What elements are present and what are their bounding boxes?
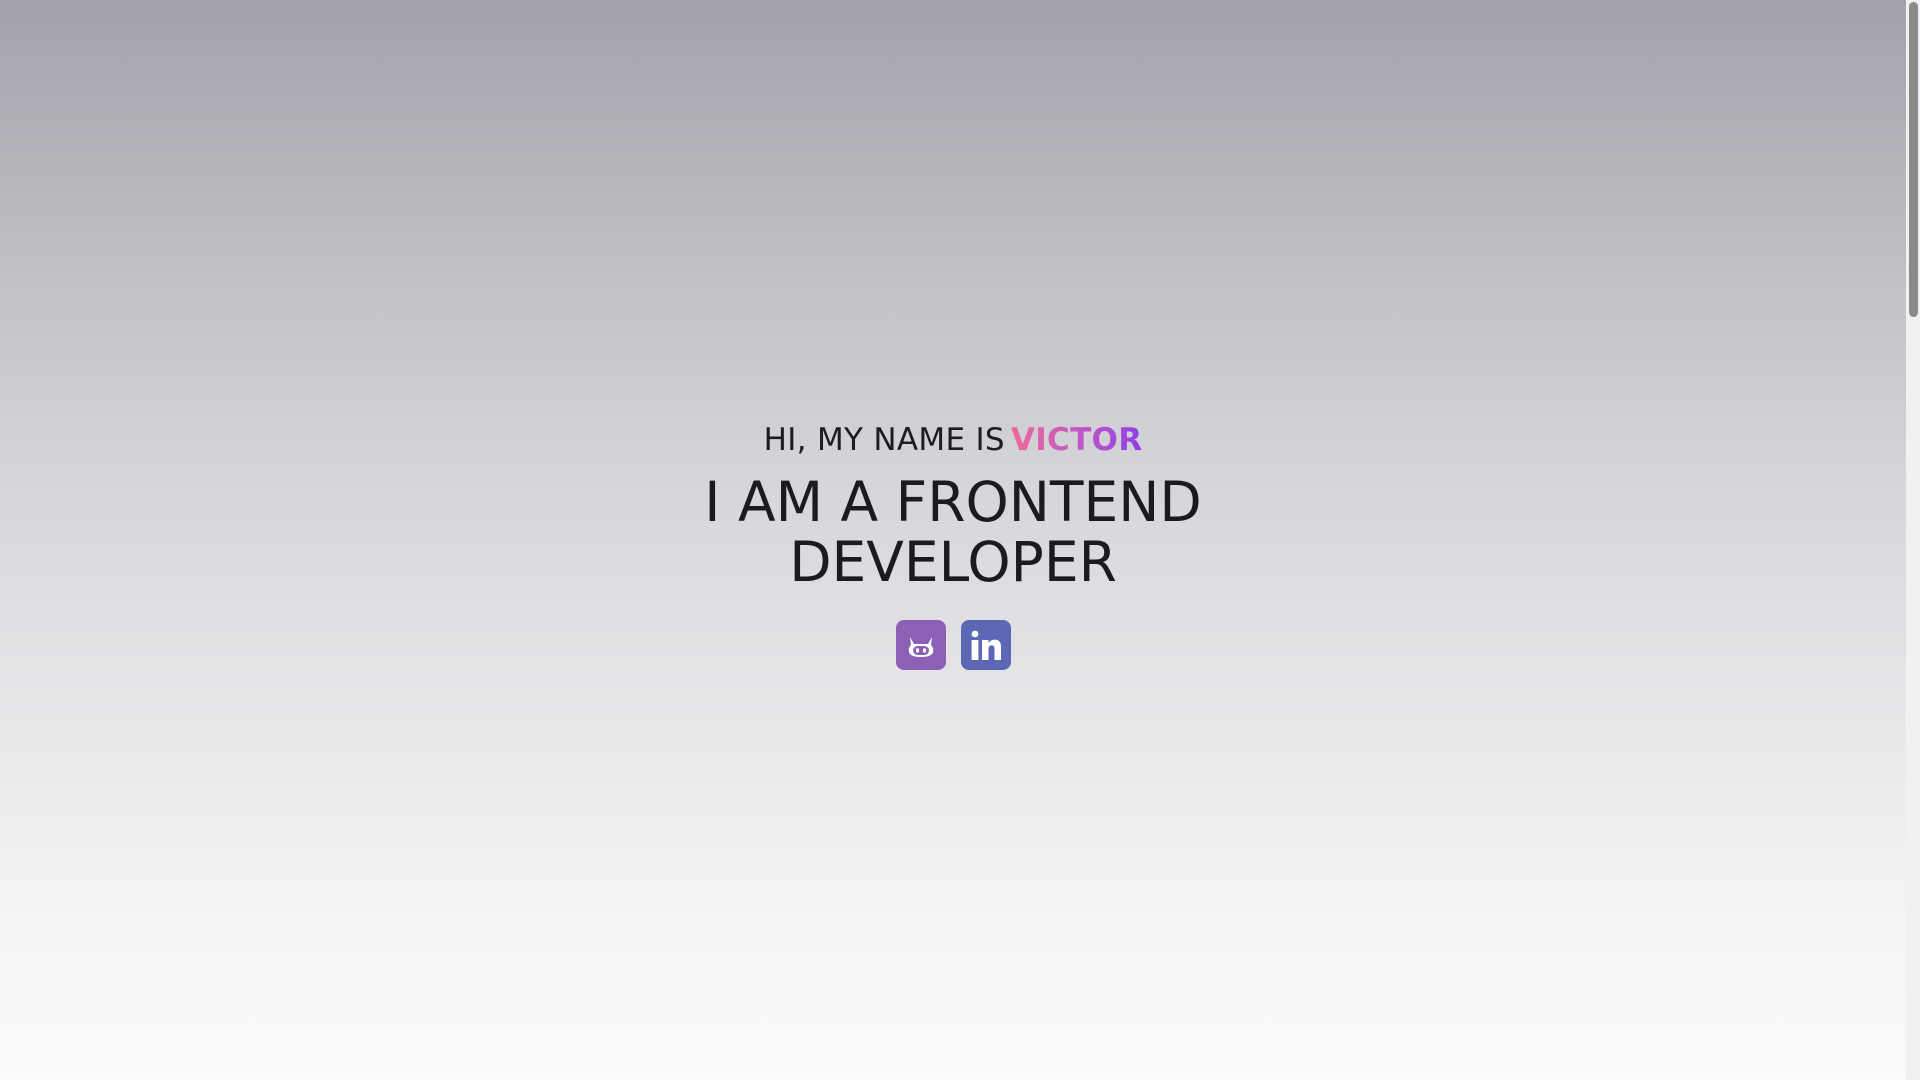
- linkedin-icon: [971, 630, 1001, 660]
- page-scrollbar[interactable]: [1906, 0, 1920, 1080]
- developer-name: VICTOR: [1010, 422, 1143, 458]
- hero-content: HI, MY NAME IS VICTOR I AM A FRONTEND DEV…: [0, 420, 1906, 670]
- hero-section: HI, MY NAME IS VICTOR I AM A FRONTEND DEV…: [0, 0, 1906, 1080]
- linkedin-link[interactable]: [960, 620, 1011, 670]
- github-link[interactable]: [895, 620, 946, 670]
- greeting: HI, MY NAME IS VICTOR: [0, 420, 1906, 460]
- headline: I AM A FRONTEND DEVELOPER: [704, 470, 1202, 594]
- social-links: [0, 620, 1906, 670]
- github-icon: [908, 637, 933, 657]
- greeting-prefix: HI, MY NAME IS: [763, 422, 1005, 458]
- scrollbar-thumb[interactable]: [1909, 2, 1918, 317]
